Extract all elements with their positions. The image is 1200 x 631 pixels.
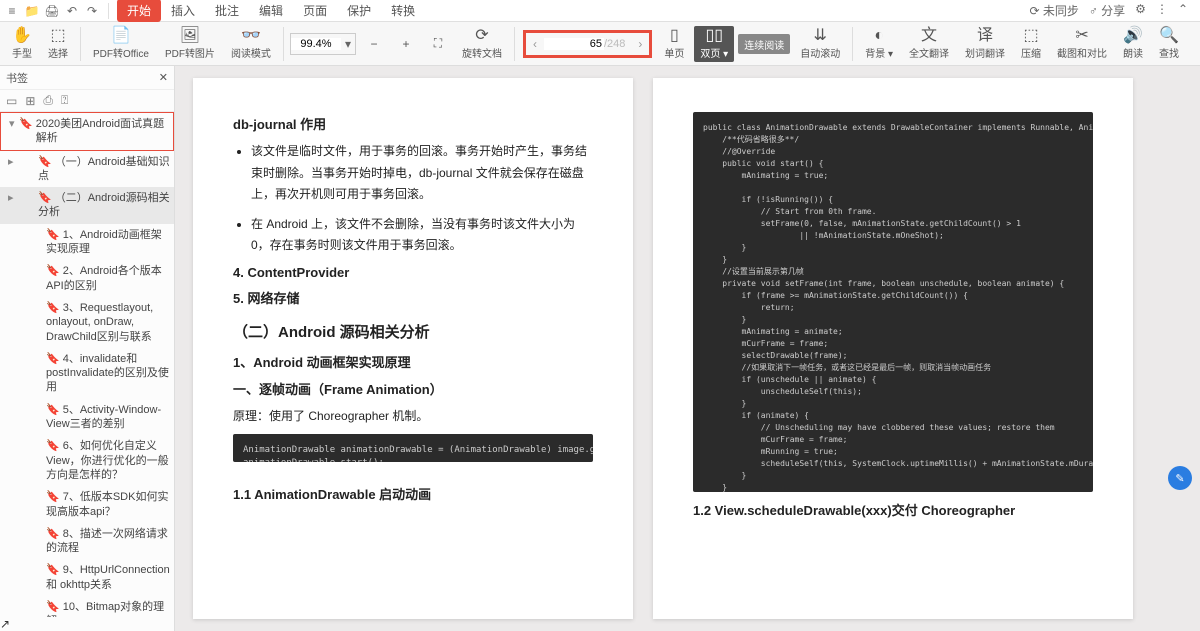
float-edit-button[interactable]: ✎ (1168, 466, 1192, 490)
zoom-control: ▾ (290, 33, 356, 55)
tab-insert[interactable]: 插入 (161, 0, 205, 22)
page-nav: ‹ /248 › (525, 32, 650, 56)
compress-button[interactable]: ⬚压缩 (1015, 26, 1047, 62)
sub-heading: 1、Android 动画框架实现原理 (233, 352, 593, 371)
bookmark-tree: ▾🔖2020美团Android面试真题解析 ▸🔖（一）Android基础知识点▸… (0, 112, 174, 617)
find-button[interactable]: 🔍查找 (1153, 26, 1185, 62)
bookmark-item[interactable]: 🔖7、低版本SDK如何实现高版本api？ (0, 486, 174, 523)
tts-button[interactable]: 🔊朗读 (1117, 26, 1149, 62)
tool-4-icon[interactable]: ⍰ (61, 93, 68, 108)
bookmark-root[interactable]: ▾🔖2020美团Android面试真题解析 (0, 112, 174, 151)
continuous-read[interactable]: 连续阅读 (738, 34, 790, 54)
pdf-to-image[interactable]: 🖼PDF转图片 (159, 26, 221, 62)
sidebar-header: 书签 ✕ (0, 66, 174, 90)
bookmark-item[interactable]: ▸🔖（二）Android源码相关分析 (0, 187, 174, 224)
single-page[interactable]: ▯单页 (658, 26, 690, 62)
tab-edit[interactable]: 编辑 (249, 0, 293, 22)
heading-4: 4. ContentProvider (233, 265, 593, 280)
next-page-button[interactable]: › (631, 37, 649, 51)
settings-icon[interactable]: ⚙ (1135, 2, 1146, 19)
bookmark-item[interactable]: 🔖9、HttpUrlConnection 和 okhttp关系 (0, 559, 174, 596)
more-icon[interactable]: ⋮ (1156, 2, 1168, 19)
frame-heading: 一、逐帧动画（Frame Animation） (233, 379, 593, 398)
zoom-input[interactable] (291, 38, 341, 50)
page-left: db-journal 作用 该文件是临时文件，用于事务的回滚。事务开始时产生，事… (193, 78, 633, 619)
menu-icon[interactable]: ≡ (4, 3, 20, 19)
select-tool[interactable]: ⬚选择 (42, 26, 74, 62)
fit-button[interactable]: ⛶ (424, 34, 452, 53)
toolbar: ✋手型 ⬚选择 📄PDF转Office 🖼PDF转图片 👓阅读模式 ▾ − + … (0, 22, 1200, 66)
bookmark-item[interactable]: 🔖10、Bitmap对象的理解 (0, 596, 174, 617)
annotation-arrow-icon: ↗ (0, 617, 174, 631)
sync-status[interactable]: ⟳ 未同步 (1029, 2, 1078, 19)
crop-compare[interactable]: ✂截图和对比 (1051, 26, 1113, 62)
sidebar-close-icon[interactable]: ✕ (159, 71, 168, 84)
redo-icon[interactable]: ↷ (84, 3, 100, 19)
ribbon-tabs: 开始 插入 批注 编辑 页面 保护 转换 (117, 0, 425, 22)
page-total: /248 (604, 38, 631, 50)
share-button[interactable]: ♂ 分享 (1089, 2, 1125, 19)
para: 该文件是临时文件，用于事务的回滚。事务开始时产生，事务结束时删除。当事务开始时掉… (251, 141, 593, 206)
para: 原理：使用了 Choreographer 机制。 (233, 406, 593, 428)
code-block-large: public class AnimationDrawable extends D… (693, 112, 1093, 492)
undo-icon[interactable]: ↶ (64, 3, 80, 19)
read-mode[interactable]: 👓阅读模式 (225, 26, 277, 62)
tab-protect[interactable]: 保护 (337, 0, 381, 22)
tool-1-icon[interactable]: ▭ (6, 94, 17, 108)
zoom-out-button[interactable]: − (360, 35, 388, 53)
menubar: ≡ 📁 🖨 ↶ ↷ 开始 插入 批注 编辑 页面 保护 转换 ⟳ 未同步 ♂ 分… (0, 0, 1200, 22)
word-translate[interactable]: 译划词翻译 (959, 26, 1011, 62)
auto-scroll[interactable]: ⇊自动滚动 (794, 26, 846, 62)
bookmark-sidebar: 书签 ✕ ▭ ⊞ ⎙ ⍰ ▾🔖2020美团Android面试真题解析 ▸🔖（一）… (0, 66, 175, 631)
sidebar-title: 书签 (6, 70, 28, 86)
menubar-right: ⟳ 未同步 ♂ 分享 ⚙ ⋮ ⌃ (1029, 2, 1196, 19)
tab-start[interactable]: 开始 (117, 0, 161, 22)
zoom-dropdown-icon[interactable]: ▾ (341, 37, 355, 51)
rotate-button[interactable]: ⟳旋转文档 (456, 26, 508, 62)
zoom-in-button[interactable]: + (392, 35, 420, 53)
bookmark-item[interactable]: 🔖4、invalidate和postInvalidate的区别及使用 (0, 348, 174, 399)
print-icon[interactable]: 🖨 (44, 3, 60, 19)
background-button[interactable]: ◐背景 ▾ (859, 26, 899, 62)
bookmark-item[interactable]: 🔖8、描述一次网络请求的流程 (0, 523, 174, 560)
bookmark-item[interactable]: 🔖5、Activity-Window-View三者的差别 (0, 399, 174, 436)
pdf-to-office[interactable]: 📄PDF转Office (87, 26, 155, 62)
tool-3-icon[interactable]: ⎙ (43, 93, 53, 108)
hand-tool[interactable]: ✋手型 (6, 26, 38, 62)
quick-access: ≡ 📁 🖨 ↶ ↷ (4, 3, 109, 19)
page-viewport[interactable]: db-journal 作用 该文件是临时文件，用于事务的回滚。事务开始时产生，事… (175, 66, 1200, 631)
bookmark-item[interactable]: ▸🔖（一）Android基础知识点 (0, 151, 174, 188)
bookmark-item[interactable]: 🔖6、如何优化自定义View，你进行优化的一般方向是怎样的？ (0, 435, 174, 486)
bookmark-item[interactable]: 🔖3、Requestlayout, onlayout, onDraw, Draw… (0, 297, 174, 348)
open-icon[interactable]: 📁 (24, 3, 40, 19)
dual-page[interactable]: ▯▯双页 ▾ (694, 26, 734, 62)
bookmark-item[interactable]: 🔖2、Android各个版本API的区别 (0, 260, 174, 297)
heading-5: 5. 网络存储 (233, 288, 593, 307)
anim-heading: 1.1 AnimationDrawable 启动动画 (233, 484, 593, 503)
heading-12: 1.2 View.scheduleDrawable(xxx)交付 Choreog… (693, 500, 1093, 519)
prev-page-button[interactable]: ‹ (526, 37, 544, 51)
page-right: public class AnimationDrawable extends D… (653, 78, 1133, 619)
code-block: AnimationDrawable animationDrawable = (A… (233, 434, 593, 462)
full-translate[interactable]: 文全文翻译 (903, 26, 955, 62)
tool-2-icon[interactable]: ⊞ (25, 94, 35, 108)
sidebar-tools: ▭ ⊞ ⎙ ⍰ (0, 90, 174, 112)
tab-comment[interactable]: 批注 (205, 0, 249, 22)
collapse-icon[interactable]: ⌃ (1178, 2, 1188, 19)
para: 在 Android 上，该文件不会删除，当没有事务时该文件大小为 0，存在事务时… (251, 214, 593, 257)
bookmark-item[interactable]: 🔖1、Android动画框架实现原理 (0, 224, 174, 261)
tab-page[interactable]: 页面 (293, 0, 337, 22)
page-input[interactable] (544, 38, 604, 50)
section-heading: （二）Android 源码相关分析 (233, 321, 593, 342)
heading-db: db-journal 作用 (233, 114, 593, 133)
tab-convert[interactable]: 转换 (381, 0, 425, 22)
